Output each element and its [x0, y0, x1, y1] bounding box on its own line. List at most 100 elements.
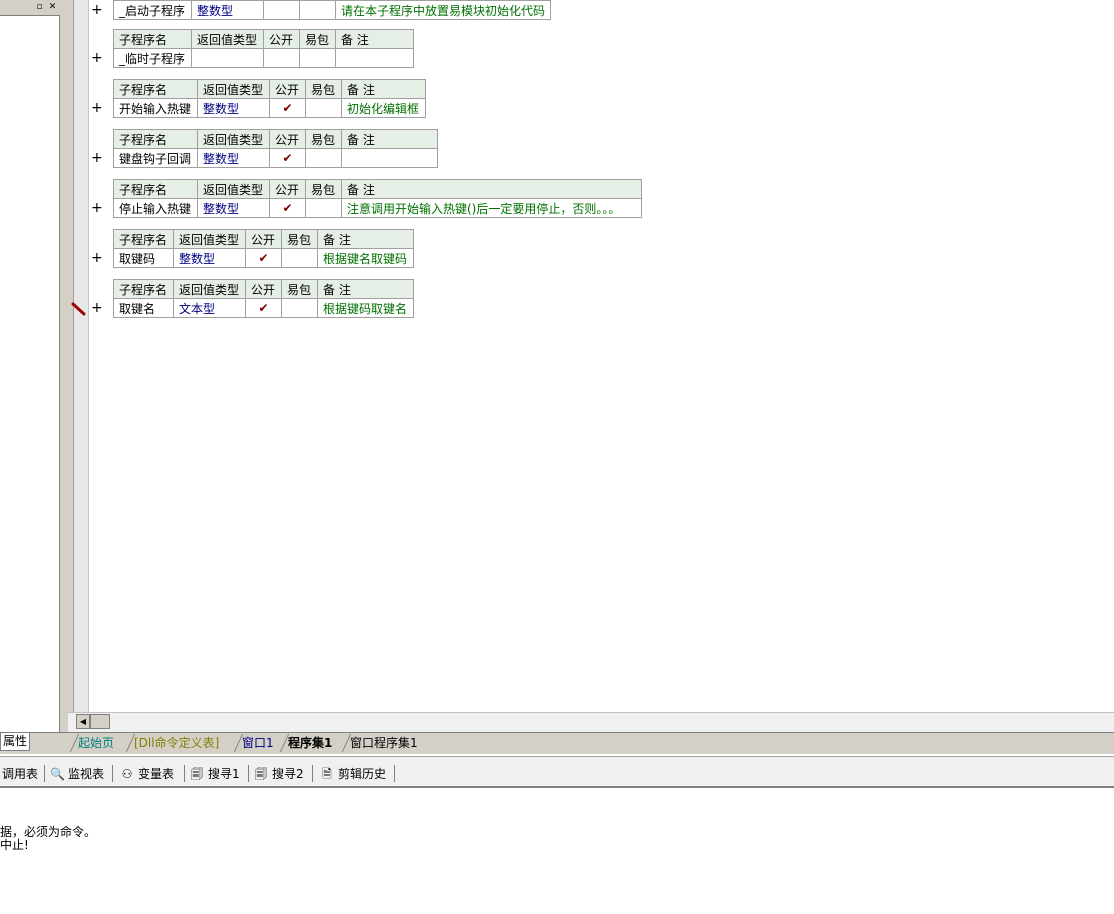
toolbar-button-3[interactable]: 🗐 搜寻1	[190, 765, 240, 783]
public-cell[interactable]: ✔	[269, 148, 306, 168]
tab-3[interactable]: 程序集1	[282, 734, 338, 752]
expand-plus-icon[interactable]: +	[91, 201, 103, 215]
note-cell[interactable]: 请在本子程序中放置易模块初始化代码	[334, 0, 552, 20]
editor-gutter	[74, 0, 89, 712]
subprogram-table: 子程序名 返回值类型 公开 易包备 注停止输入热键 整数型 ✔ 注意调用开始输入热键()后一…	[113, 179, 642, 218]
output-panel[interactable]: 据，必须为命令。 中止!	[0, 790, 1114, 914]
close-icon[interactable]: ✕	[47, 2, 58, 13]
return-type-cell[interactable]	[191, 48, 264, 68]
toolbar-button-2[interactable]: ⚇ 变量表	[120, 765, 174, 783]
tab-0[interactable]: 起始页	[72, 734, 120, 752]
tab-2[interactable]: 窗口1	[236, 734, 280, 752]
note-cell[interactable]	[341, 148, 438, 168]
subprogram-table: 子程序名 返回值类型 公开 易包备 注 _临时子程序	[113, 29, 414, 68]
subprogram-table: 子程序名返回值类型公开易包备 注_启动子程序整数型请在本子程序中放置易模块初始化…	[113, 0, 552, 20]
column-header: 子程序名	[113, 129, 198, 149]
column-header: 易包	[305, 179, 342, 199]
column-header: 返回值类型	[197, 179, 270, 199]
toolbar-separator	[44, 765, 45, 782]
subprogram-name-cell[interactable]: 取键码	[113, 248, 174, 268]
subprogram-name-cell[interactable]: 取键名	[113, 298, 174, 318]
column-header: 子程序名	[113, 179, 198, 199]
public-cell[interactable]	[263, 48, 300, 68]
subprogram-name-cell[interactable]: 停止输入热键	[113, 198, 198, 218]
note-cell[interactable]: 根据键码取键名	[317, 298, 414, 318]
easy-package-cell[interactable]	[299, 0, 336, 20]
return-type-cell[interactable]: 整数型	[197, 148, 270, 168]
subprogram-name-cell[interactable]: 开始输入热键	[113, 98, 198, 118]
tab-property[interactable]: 属性	[0, 732, 30, 751]
easy-package-cell[interactable]	[305, 198, 342, 218]
left-panel-titlebar: ▫ ✕	[0, 0, 60, 16]
expand-plus-icon[interactable]: +	[91, 251, 103, 265]
tab-4[interactable]: 窗口程序集1	[344, 734, 424, 752]
restore-icon[interactable]: ▫	[34, 2, 45, 13]
public-cell[interactable]: ✔	[269, 98, 306, 118]
public-cell[interactable]	[263, 0, 300, 20]
left-panel	[0, 0, 60, 732]
column-header: 公开	[269, 179, 306, 199]
column-header: 备 注	[335, 29, 414, 49]
expand-plus-icon[interactable]: +	[91, 101, 103, 115]
column-header: 返回值类型	[173, 279, 246, 299]
expand-plus-icon[interactable]: +	[91, 51, 103, 65]
toolbar-label: 变量表	[138, 767, 175, 781]
column-header: 公开	[269, 79, 306, 99]
column-header: 备 注	[341, 79, 426, 99]
subprogram-name-cell[interactable]: 键盘钩子回调	[113, 148, 198, 168]
column-header: 返回值类型	[197, 129, 270, 149]
subprogram-name-cell[interactable]: _临时子程序	[113, 48, 192, 68]
column-header: 公开	[269, 129, 306, 149]
note-cell[interactable]: 初始化编辑框	[341, 98, 426, 118]
public-cell[interactable]: ✔	[245, 248, 282, 268]
column-header: 公开	[245, 279, 282, 299]
return-type-cell[interactable]: 整数型	[197, 98, 270, 118]
return-type-cell[interactable]: 整数型	[173, 248, 246, 268]
return-type-cell[interactable]: 整数型	[197, 198, 270, 218]
easy-package-cell[interactable]	[305, 98, 342, 118]
toolbar-label: 搜寻2	[272, 767, 304, 781]
toolbar-separator	[312, 765, 313, 782]
toolbar-button-5[interactable]: 🗎 剪辑历史	[320, 765, 386, 783]
easy-package-cell[interactable]	[281, 298, 318, 318]
note-cell[interactable]: 根据键名取键码	[317, 248, 414, 268]
toolbar-icon: 🗎	[322, 767, 332, 781]
subprogram-table: 子程序名 返回值类型 公开 易包备 注取键码 整数型 ✔ 根据键名取键码	[113, 229, 414, 268]
expand-plus-icon[interactable]: +	[91, 3, 103, 17]
note-cell[interactable]: 注意调用开始输入热键()后一定要用停止，否则。。。	[341, 198, 642, 218]
toolbar-label: 搜寻1	[208, 767, 240, 781]
expand-plus-icon[interactable]: +	[91, 151, 103, 165]
public-cell[interactable]: ✔	[245, 298, 282, 318]
expand-plus-icon[interactable]: +	[91, 301, 103, 315]
left-panel-splitter[interactable]	[60, 0, 68, 732]
toolbar-button-1[interactable]: 🔍 监视表	[50, 765, 104, 783]
scrollbar-thumb[interactable]	[90, 714, 110, 729]
toolbar-label: 剪辑历史	[338, 767, 387, 781]
scroll-left-arrow-icon[interactable]: ◀	[76, 714, 90, 729]
tab-1[interactable]: [Dll命令定义表]	[128, 734, 225, 752]
column-header: 公开	[245, 229, 282, 249]
column-header: 备 注	[341, 179, 642, 199]
toolbar-button-0[interactable]: 调用表	[2, 765, 38, 783]
column-header: 易包	[305, 129, 342, 149]
public-cell[interactable]: ✔	[269, 198, 306, 218]
column-header: 子程序名	[113, 279, 174, 299]
column-header: 公开	[263, 29, 300, 49]
column-header: 易包	[281, 279, 318, 299]
easy-package-cell[interactable]	[305, 148, 342, 168]
toolbar-label: 调用表	[2, 767, 39, 781]
easy-package-cell[interactable]	[281, 248, 318, 268]
output-line: 中止!	[0, 838, 29, 852]
column-header: 子程序名	[113, 79, 198, 99]
toolbar-icon: 🗐	[255, 767, 267, 781]
horizontal-scrollbar[interactable]	[68, 712, 1114, 732]
column-header: 返回值类型	[197, 79, 270, 99]
easy-package-cell[interactable]	[299, 48, 336, 68]
note-cell[interactable]	[335, 48, 414, 68]
toolbar-button-4[interactable]: 🗐 搜寻2	[254, 765, 304, 783]
column-header: 返回值类型	[173, 229, 246, 249]
column-header: 易包	[305, 79, 342, 99]
subprogram-name-cell[interactable]: _启动子程序	[113, 0, 192, 20]
return-type-cell[interactable]: 整数型	[191, 0, 264, 20]
return-type-cell[interactable]: 文本型	[173, 298, 246, 318]
